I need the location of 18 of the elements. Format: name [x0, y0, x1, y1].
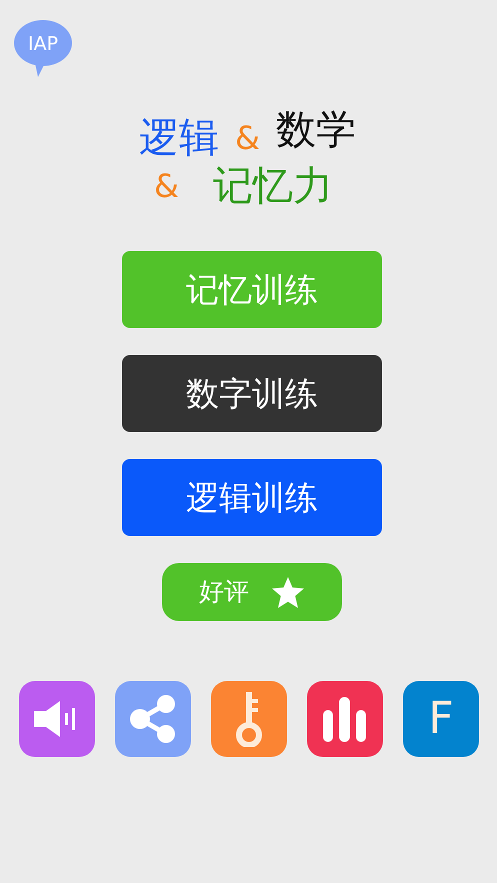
training-button[interactable]: 记忆训练 — [122, 251, 382, 328]
star-icon — [271, 576, 305, 608]
letter-button[interactable]: F — [403, 681, 479, 757]
key-icon — [234, 691, 264, 747]
share-button[interactable] — [115, 681, 191, 757]
bar-chart-button[interactable] — [307, 681, 383, 757]
training-button[interactable]: 数字训练 — [122, 355, 382, 432]
training-button[interactable]: 逻辑训练 — [122, 459, 382, 536]
review-button[interactable]: 好评 — [162, 563, 342, 621]
ampersand-text: & — [154, 170, 179, 202]
key-button[interactable] — [211, 681, 287, 757]
ampersand-text: & — [235, 122, 260, 154]
speaker-button[interactable] — [19, 681, 95, 757]
title-text: 逻辑 — [139, 118, 219, 158]
title-text: 记忆力 — [212, 166, 333, 206]
share-icon — [130, 694, 176, 744]
title-text: 数学 — [276, 110, 356, 150]
bar-chart-icon — [321, 696, 369, 742]
